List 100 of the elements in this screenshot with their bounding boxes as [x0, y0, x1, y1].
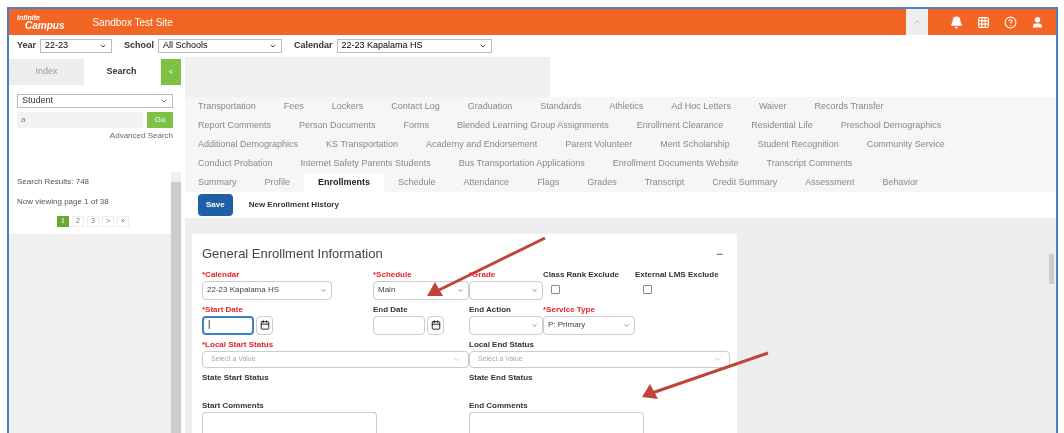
tab[interactable]: Waiver	[758, 97, 787, 116]
caret-icon	[160, 97, 168, 105]
checkbox[interactable]	[643, 284, 652, 294]
help-icon[interactable]	[1004, 15, 1017, 29]
tab[interactable]: Flags	[537, 173, 560, 192]
caret-icon	[623, 321, 630, 329]
field-label: *Start Date	[202, 303, 243, 316]
tab[interactable]: Fees	[283, 97, 304, 116]
section-title: General Enrollment Information	[202, 245, 383, 263]
tab[interactable]: Lockers	[331, 97, 364, 116]
arrow-icon	[640, 351, 770, 401]
tab[interactable]: Standards	[540, 97, 582, 116]
tab[interactable]: Ad Hoc Letters	[671, 97, 731, 116]
page-info: Now viewing page 1 of 38	[17, 196, 110, 208]
select-field[interactable]: 22-23 Kapalama HS	[202, 280, 332, 300]
advanced-search-link[interactable]: Advanced Search	[109, 130, 173, 142]
tab[interactable]: Merit Scholarship	[660, 135, 730, 154]
tab[interactable]: Summary	[198, 173, 237, 192]
tab[interactable]: Parent Volunteer	[565, 135, 633, 154]
toolbar-label: School	[124, 39, 155, 53]
calendar-button[interactable]	[256, 315, 273, 335]
tab[interactable]: Transportation	[198, 97, 256, 116]
field-label: State End Status	[469, 371, 533, 384]
tab[interactable]: Behavior	[882, 173, 918, 192]
tab[interactable]: Residential Life	[751, 116, 813, 135]
caret-icon	[269, 42, 278, 50]
caret-icon	[320, 286, 327, 294]
date-field[interactable]: |	[202, 315, 254, 335]
select-field[interactable]: P: Primary	[543, 315, 635, 335]
checkbox[interactable]	[551, 284, 560, 294]
logo-text: Campus	[25, 20, 65, 31]
tab[interactable]: Attendance	[463, 173, 510, 192]
field-label: *Schedule	[373, 268, 412, 281]
tab[interactable]: Profile	[264, 173, 291, 192]
tab[interactable]: Schedule	[398, 173, 436, 192]
toolbar-label: Calendar	[294, 39, 333, 53]
caret-icon	[531, 286, 538, 294]
tab[interactable]: Transcript Comments	[766, 154, 853, 173]
field-label: Start Comments	[202, 399, 264, 412]
tab[interactable]: Report Comments	[198, 116, 272, 135]
search-type-select[interactable]: Student	[17, 94, 173, 108]
field-label: *Grade	[469, 268, 496, 281]
field-label: End Comments	[469, 399, 528, 412]
tab[interactable]: Blended Learning Group Assignments	[457, 116, 609, 135]
calendar-icon	[430, 320, 441, 330]
comment-field[interactable]	[469, 411, 644, 433]
calendar-button[interactable]	[427, 315, 444, 335]
caret-icon	[714, 355, 721, 363]
search-field[interactable]: a	[17, 112, 143, 128]
select-field[interactable]: Main	[373, 280, 469, 300]
field-label: *Calendar	[202, 268, 240, 281]
sidebar-tab[interactable]: Index	[9, 59, 84, 85]
toolbar-label: Year	[17, 39, 37, 53]
tab[interactable]: KS Transportation	[326, 135, 399, 154]
toolbar-select[interactable]: 22-23 Kapalama HS	[336, 39, 492, 53]
caret-icon	[478, 42, 487, 50]
save-button[interactable]: Save	[198, 194, 233, 216]
select-field[interactable]	[469, 315, 543, 335]
collapse-button[interactable]: <	[161, 59, 181, 85]
tab[interactable]: Assessment	[805, 173, 855, 192]
tab[interactable]: Athletics	[609, 97, 644, 116]
tab[interactable]: Academy and Endorsement	[426, 135, 538, 154]
field-label: Local End Status	[469, 338, 534, 351]
select-field[interactable]	[469, 280, 543, 300]
caret-icon	[457, 286, 464, 294]
scrollbar[interactable]	[1049, 254, 1054, 284]
tab[interactable]: Preschool Demographics	[840, 116, 942, 135]
tab[interactable]: Conduct Probation	[198, 154, 273, 173]
tab[interactable]: Contact Log	[391, 97, 440, 116]
toolbar-select[interactable]: 22-23	[40, 39, 113, 53]
tab[interactable]: Graduation	[467, 97, 513, 116]
field-label: State Start Status	[202, 371, 269, 384]
tab[interactable]: Enrollment Clearance	[636, 116, 724, 135]
apps-icon[interactable]	[977, 15, 990, 29]
tab[interactable]: Internet Safety Parents Students	[300, 154, 431, 173]
tab[interactable]: Records Transfer	[814, 97, 884, 116]
go-button[interactable]: Go	[147, 112, 173, 128]
tab[interactable]: Enrollments	[304, 173, 385, 192]
tab[interactable]: Forms	[403, 116, 430, 135]
tab[interactable]: Additional Demographics	[198, 135, 299, 154]
date-field[interactable]	[373, 315, 425, 335]
caret-icon	[99, 42, 108, 50]
tab[interactable]: Person Documents	[299, 116, 376, 135]
tab[interactable]: Credit Summary	[712, 173, 778, 192]
tab[interactable]: Bus Transportation Applications	[458, 154, 585, 173]
tab[interactable]: Student Recognition	[757, 135, 839, 154]
tab[interactable]: Enrollment Documents Website	[612, 154, 739, 173]
tab[interactable]: Transcript	[644, 173, 685, 192]
comment-field[interactable]	[202, 411, 377, 433]
tab[interactable]: Community Service	[866, 135, 945, 154]
tab[interactable]: Grades	[587, 173, 617, 192]
caret-icon	[913, 18, 921, 26]
scrollbar[interactable]	[171, 182, 181, 433]
results-count: Search Results: 748	[17, 176, 91, 188]
calendar-icon	[259, 320, 270, 330]
bell-icon[interactable]	[950, 15, 963, 29]
collapse-button[interactable]: −	[716, 247, 723, 260]
user-icon[interactable]	[1031, 15, 1044, 29]
caret-icon	[531, 321, 538, 329]
toolbar-select[interactable]: All Schools	[158, 39, 283, 53]
